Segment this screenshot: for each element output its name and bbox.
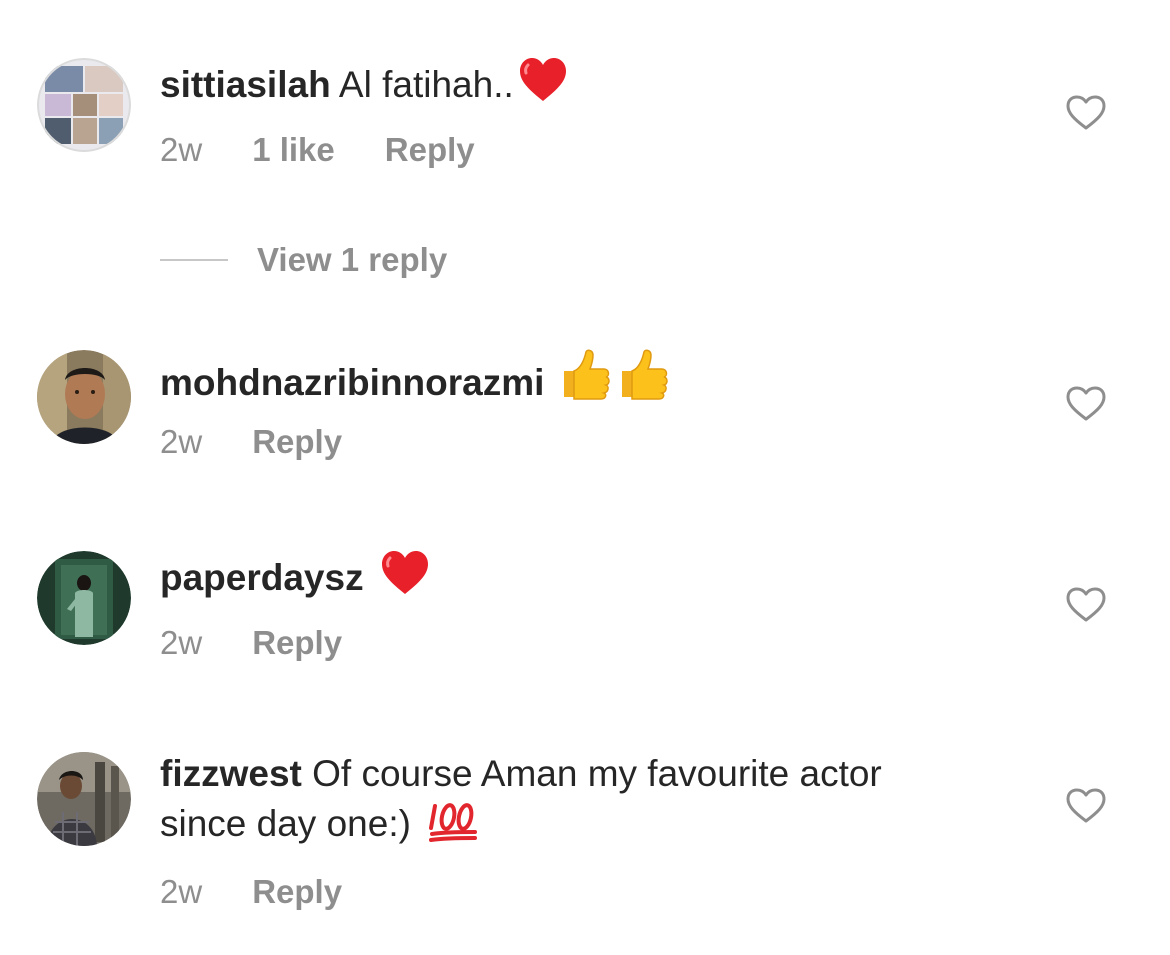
reply-button[interactable]: Reply xyxy=(252,623,342,663)
username[interactable]: fizzwest xyxy=(160,753,302,794)
username[interactable]: sittiasilah xyxy=(160,64,331,105)
reply-button[interactable]: Reply xyxy=(252,422,342,462)
comment-meta: 2w 1 like Reply xyxy=(160,130,475,170)
avatar[interactable] xyxy=(37,58,131,152)
comment-time: 2w xyxy=(160,423,203,460)
avatar[interactable] xyxy=(37,350,131,444)
red-heart-emoji xyxy=(518,57,568,127)
reply-button[interactable]: Reply xyxy=(385,130,475,170)
username[interactable]: mohdnazribinnorazmi xyxy=(160,362,544,403)
like-heart-icon[interactable] xyxy=(1066,386,1106,422)
avatar[interactable] xyxy=(37,551,131,645)
comment-time: 2w xyxy=(160,131,203,168)
comment-meta: 2w Reply xyxy=(160,872,342,912)
comment-meta: 2w Reply xyxy=(160,422,342,462)
red-heart-emoji xyxy=(380,550,430,620)
hundred-points-emoji xyxy=(428,798,479,866)
view-replies-divider xyxy=(160,259,228,261)
like-heart-icon[interactable] xyxy=(1066,587,1106,623)
reply-button[interactable]: Reply xyxy=(252,872,342,912)
comment-body: Al fatihah.. xyxy=(330,64,514,105)
comment-text: paperdaysz xyxy=(160,550,960,620)
comment-time: 2w xyxy=(160,873,203,910)
like-heart-icon[interactable] xyxy=(1066,95,1106,131)
comment-text: mohdnazribinnorazmi xyxy=(160,349,960,425)
like-count[interactable]: 1 like xyxy=(252,130,335,170)
avatar[interactable] xyxy=(37,752,131,846)
view-replies-label: View 1 reply xyxy=(257,241,448,278)
comment-meta: 2w Reply xyxy=(160,623,342,663)
comment-text: sittiasilah Al fatihah.. xyxy=(160,57,960,127)
comment-text: fizzwest Of course Aman my favourite act… xyxy=(160,750,960,866)
thumbs-up-emoji xyxy=(558,349,670,425)
username[interactable]: paperdaysz xyxy=(160,557,364,598)
comment-time: 2w xyxy=(160,624,203,661)
like-heart-icon[interactable] xyxy=(1066,788,1106,824)
